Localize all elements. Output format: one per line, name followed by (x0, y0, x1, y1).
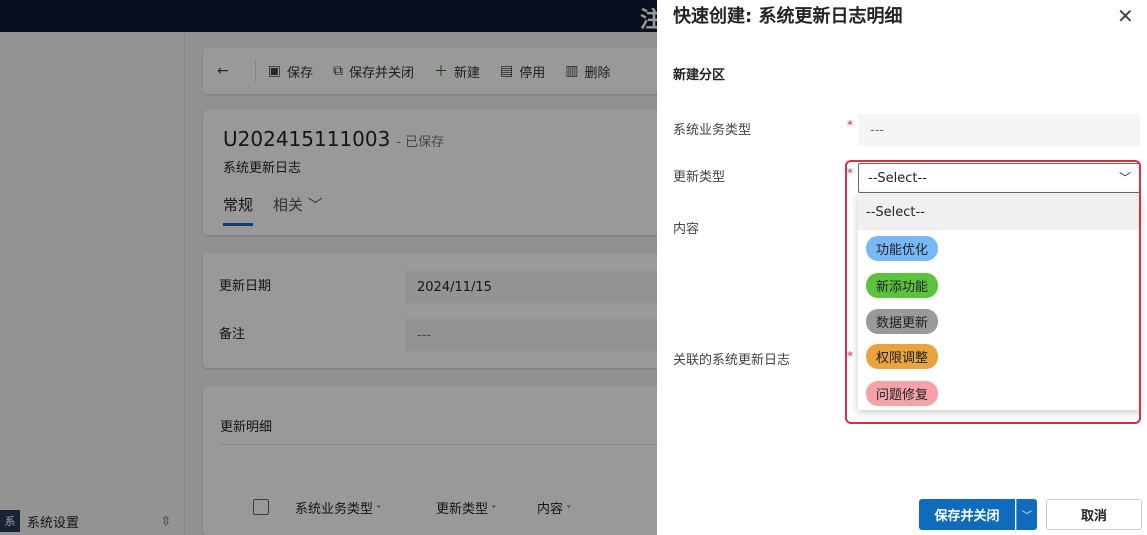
save-and-close-button[interactable]: 保存并关闭 (919, 499, 1015, 530)
section-title: 新建分区 (673, 68, 726, 83)
close-icon[interactable]: ✕ (1117, 4, 1134, 28)
panel-title: 快速创建: 系统更新日志明细 (673, 6, 903, 27)
content-label: 内容 (673, 222, 700, 237)
modal-overlay (0, 0, 657, 535)
cancel-button[interactable]: 取消 (1046, 499, 1142, 530)
save-options-chevron-icon[interactable]: ﹀ (1016, 499, 1037, 530)
required-marker: * (847, 118, 853, 132)
update-type-label: 更新类型 (673, 170, 726, 185)
highlight-box (845, 160, 1141, 424)
related-log-label: 关联的系统更新日志 (673, 353, 791, 368)
biz-type-label: 系统业务类型 (673, 123, 752, 138)
biz-type-field[interactable]: --- (858, 114, 1140, 146)
